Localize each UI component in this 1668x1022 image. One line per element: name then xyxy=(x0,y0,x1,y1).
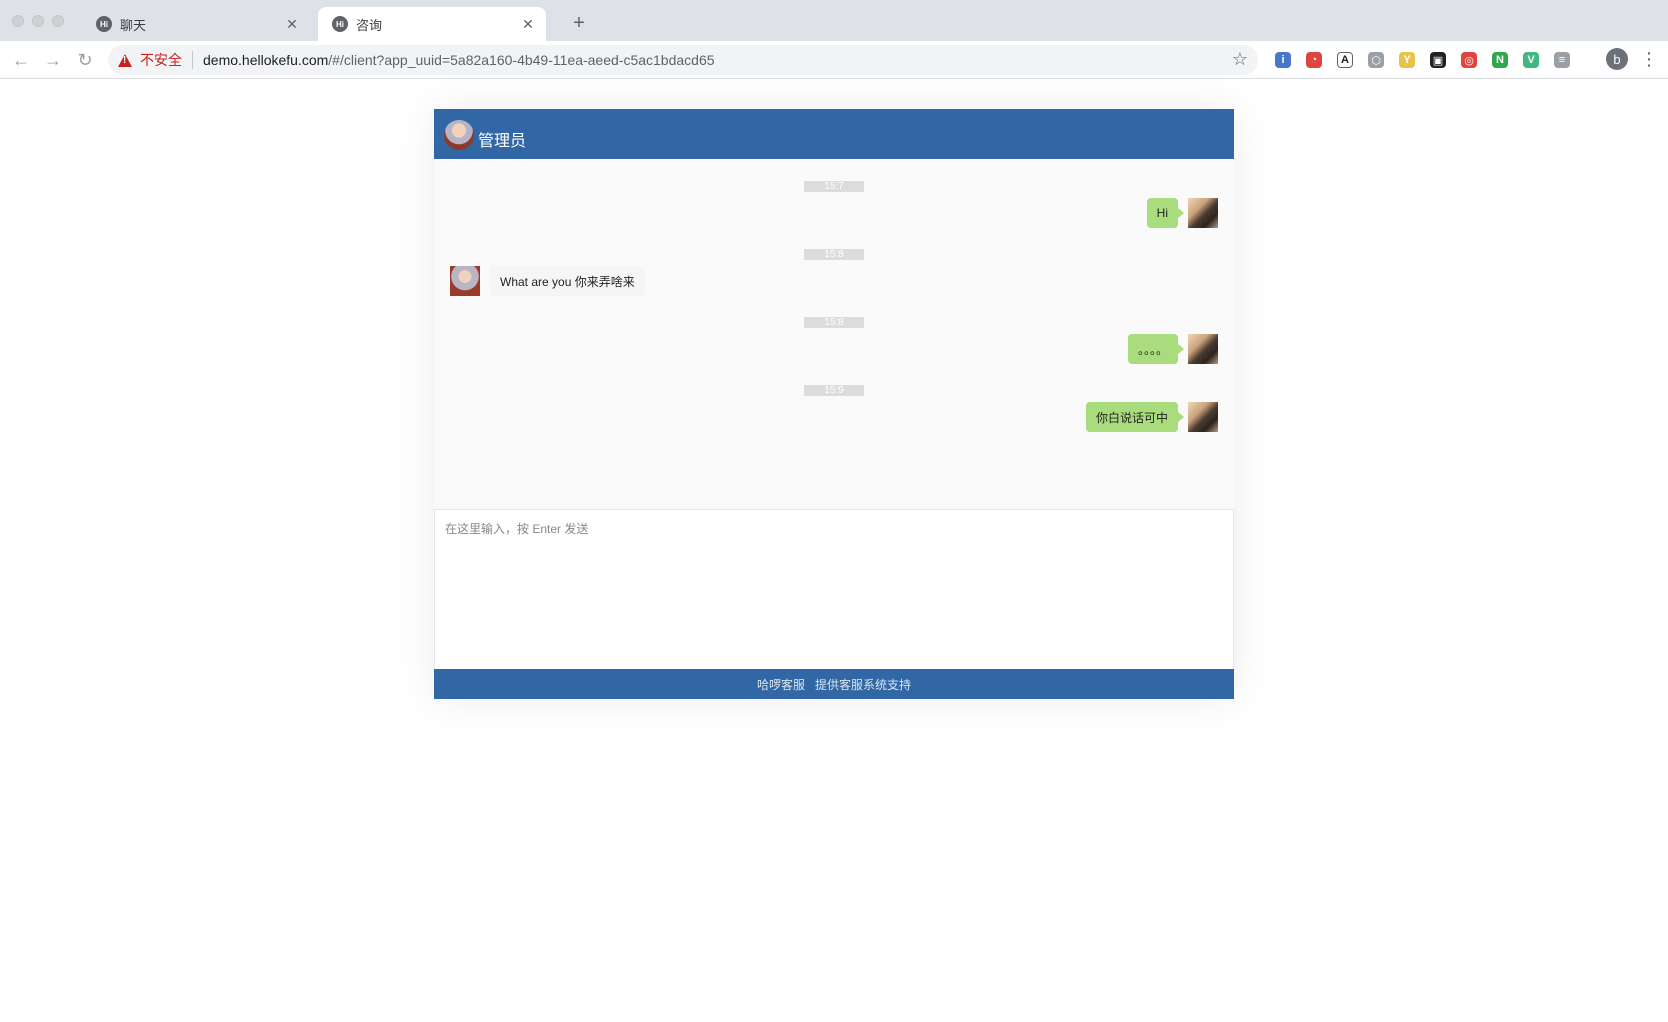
minimize-window-button[interactable] xyxy=(32,15,44,27)
tab-title: 咨询 xyxy=(356,17,383,33)
ext-green-n-icon[interactable]: N xyxy=(1492,52,1508,68)
tab-consult[interactable]: Hi 咨询 ✕ xyxy=(318,7,546,41)
user-avatar xyxy=(1188,334,1218,364)
hellokefu-favicon-icon: Hi xyxy=(332,16,348,32)
message-row-agent: What are you 你来弄啥来 xyxy=(434,266,1234,296)
agent-avatar xyxy=(450,266,480,296)
message-row-self: 你白说话可中 xyxy=(434,402,1234,432)
message-composer xyxy=(434,509,1234,669)
footer-brand-link[interactable]: 哈啰客服 xyxy=(757,676,805,693)
message-row-self: Hi xyxy=(434,198,1234,228)
chat-window: 管理员 15:7 Hi 15:8 What are you 你来弄啥来 15:8… xyxy=(434,109,1234,699)
close-tab-icon[interactable]: ✕ xyxy=(284,16,300,32)
self-message-bubble: Hi xyxy=(1146,198,1185,228)
message-timestamp: 15:7 xyxy=(804,181,864,192)
browser-toolbar: ← → ↻ 不安全 demo.hellokefu.com /#/client?a… xyxy=(0,41,1668,79)
ext-y-icon[interactable]: Y xyxy=(1399,52,1415,68)
ext-target-icon[interactable]: ◎ xyxy=(1461,52,1477,68)
ext-blue-icon[interactable]: i xyxy=(1275,52,1291,68)
ext-hex-icon[interactable]: ⬡ xyxy=(1368,52,1384,68)
hellokefu-favicon-icon: Hi xyxy=(96,16,112,32)
user-avatar xyxy=(1188,198,1218,228)
close-tab-icon[interactable]: ✕ xyxy=(520,16,536,32)
tab-chat[interactable]: Hi 聊天 ✕ xyxy=(82,7,310,41)
ext-dark-icon[interactable]: ▣ xyxy=(1430,52,1446,68)
message-timestamp: 15:8 xyxy=(804,317,864,328)
ext-vue-icon[interactable]: V xyxy=(1523,52,1539,68)
forward-arrow-icon[interactable]: → xyxy=(42,49,64,71)
bookmark-star-icon[interactable]: ☆ xyxy=(1232,49,1248,70)
address-bar[interactable]: 不安全 demo.hellokefu.com /#/client?app_uui… xyxy=(108,45,1258,75)
self-message-bubble: 你白说话可中 xyxy=(1085,402,1185,432)
profile-avatar[interactable]: b xyxy=(1606,48,1628,70)
maximize-window-button[interactable] xyxy=(52,15,64,27)
ext-red-icon[interactable]: ◔ xyxy=(1306,52,1322,68)
warning-icon xyxy=(118,53,132,67)
footer-tagline: 提供客服系统支持 xyxy=(815,677,912,692)
omnibox-divider xyxy=(192,51,193,69)
tab-title: 聊天 xyxy=(120,17,147,33)
chat-footer: 哈啰客服 提供客服系统支持 xyxy=(434,669,1234,699)
message-input[interactable] xyxy=(435,510,1233,669)
reload-icon[interactable]: ↻ xyxy=(74,49,96,71)
self-message-bubble: 。。。。 xyxy=(1127,334,1185,364)
url-host: demo.hellokefu.com xyxy=(203,52,329,68)
user-avatar xyxy=(1188,402,1218,432)
message-timestamp: 15:8 xyxy=(804,249,864,260)
security-status[interactable]: 不安全 xyxy=(140,50,182,70)
tab-strip: Hi 聊天 ✕ Hi 咨询 ✕ + xyxy=(0,0,1668,41)
chat-header: 管理员 xyxy=(434,109,1234,159)
ext-list-icon[interactable]: ≡ xyxy=(1554,52,1570,68)
chat-header-title: 管理员 xyxy=(478,133,527,150)
message-row-self: 。。。。 xyxy=(434,334,1234,364)
message-list[interactable]: 15:7 Hi 15:8 What are you 你来弄啥来 15:8 。。。… xyxy=(434,159,1234,509)
agent-message-bubble: What are you 你来弄啥来 xyxy=(490,266,645,296)
ext-a-icon[interactable]: A xyxy=(1337,52,1353,68)
close-window-button[interactable] xyxy=(12,15,24,27)
back-arrow-icon[interactable]: ← xyxy=(10,49,32,71)
new-tab-button[interactable]: + xyxy=(568,12,590,34)
agent-avatar xyxy=(444,120,474,150)
more-menu-icon[interactable]: ⋮ xyxy=(1640,49,1658,70)
browser-window: Hi 聊天 ✕ Hi 咨询 ✕ + ← → ↻ 不安全 demo.helloke… xyxy=(0,0,1668,1022)
message-timestamp: 15:9 xyxy=(804,385,864,396)
url-path: /#/client?app_uuid=5a82a160-4b49-11ea-ae… xyxy=(328,52,715,68)
